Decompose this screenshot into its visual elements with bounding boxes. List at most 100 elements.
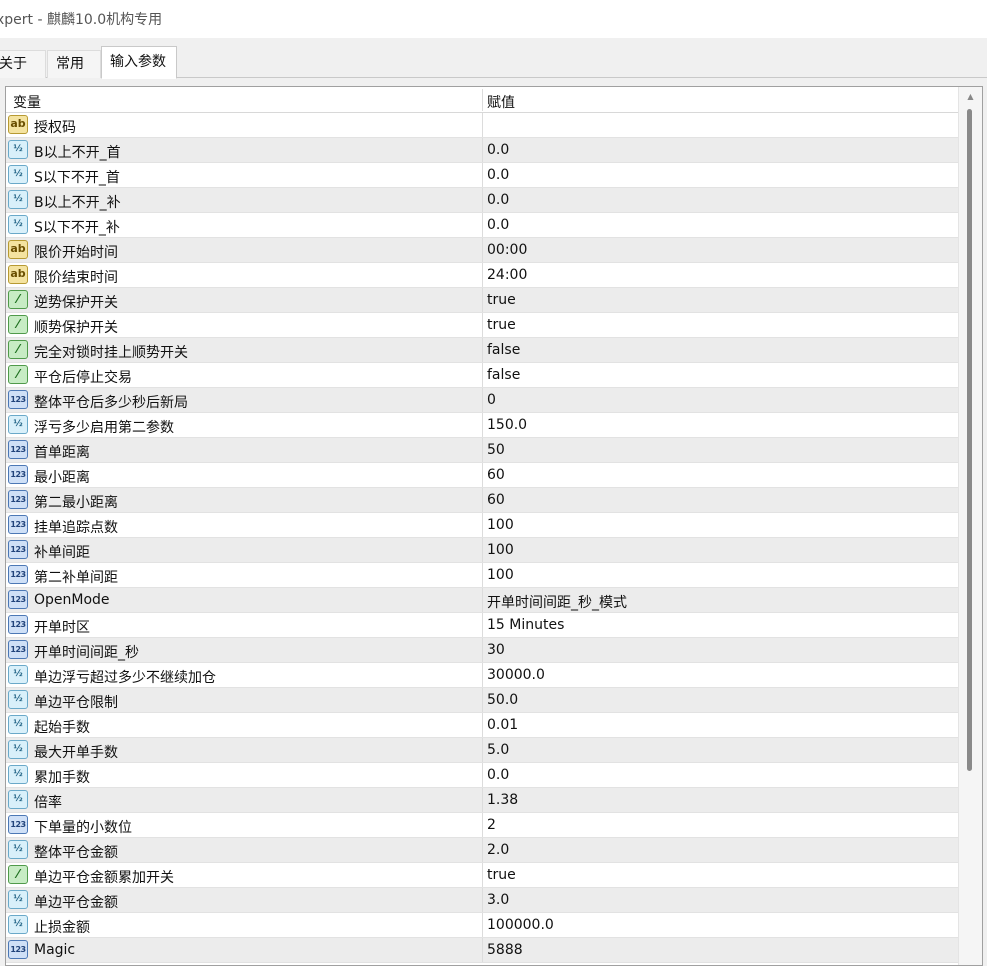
parameter-value[interactable]: 100 xyxy=(487,517,514,533)
table-row[interactable]: ½ 止损金额 100000.0 xyxy=(6,913,958,938)
parameter-value[interactable]: 开单时间间距_秒_模式 xyxy=(487,592,627,612)
table-row[interactable]: 123 开单时区 15 Minutes xyxy=(6,613,958,638)
parameter-value[interactable]: false xyxy=(487,342,520,358)
cell-divider xyxy=(482,463,483,487)
table-row[interactable]: ½ 起始手数 0.01 xyxy=(6,713,958,738)
parameter-value[interactable]: false xyxy=(487,367,520,383)
table-row[interactable]: ½ 最大开单手数 5.0 xyxy=(6,738,958,763)
parameter-name: 倍率 xyxy=(34,795,62,811)
cell-divider xyxy=(482,188,483,212)
table-row[interactable]: 123 第二最小距离 60 xyxy=(6,488,958,513)
tab-label: 输入参数 xyxy=(110,54,166,70)
scroll-thumb[interactable] xyxy=(967,109,972,771)
parameter-value[interactable]: 30 xyxy=(487,642,505,658)
cell-divider xyxy=(482,513,483,537)
parameter-value[interactable]: 15 Minutes xyxy=(487,617,564,633)
parameter-value[interactable]: 0 xyxy=(487,392,496,408)
parameter-value[interactable]: 60 xyxy=(487,492,505,508)
table-row[interactable]: ½ 单边平仓金额 3.0 xyxy=(6,888,958,913)
tab-common[interactable]: 常用 xyxy=(47,50,101,78)
table-row[interactable]: ½ 倍率 1.38 xyxy=(6,788,958,813)
table-row[interactable]: 123 最小距离 60 xyxy=(6,463,958,488)
parameter-value[interactable]: 0.0 xyxy=(487,167,509,183)
bool-type-icon: ⁄ xyxy=(8,340,28,359)
parameter-value[interactable]: 2 xyxy=(487,817,496,833)
parameter-value[interactable]: 0.0 xyxy=(487,142,509,158)
table-row[interactable]: 123 整体平仓后多少秒后新局 0 xyxy=(6,388,958,413)
parameter-value[interactable]: 0.0 xyxy=(487,217,509,233)
parameter-value[interactable]: 5.0 xyxy=(487,742,509,758)
table-row[interactable]: ½ B以上不开_补 0.0 xyxy=(6,188,958,213)
scroll-up-arrow-icon[interactable]: ▲ xyxy=(959,87,982,107)
window-titlebar: xpert - 麒麟10.0机构专用 xyxy=(0,0,987,38)
table-row[interactable]: ½ 单边平仓限制 50.0 xyxy=(6,688,958,713)
parameter-value[interactable]: 30000.0 xyxy=(487,667,545,683)
int-type-icon: 123 xyxy=(8,390,28,409)
table-row[interactable]: 123 补单间距 100 xyxy=(6,538,958,563)
table-row[interactable]: ⁄ 逆势保护开关 true xyxy=(6,288,958,313)
parameter-value[interactable]: 100000.0 xyxy=(487,917,554,933)
double-type-icon: ½ xyxy=(8,215,28,234)
cell-divider xyxy=(482,413,483,437)
table-row[interactable]: ½ 累加手数 0.0 xyxy=(6,763,958,788)
cell-divider xyxy=(482,313,483,337)
parameter-name: S以下不开_首 xyxy=(34,170,120,186)
parameter-value[interactable]: 50.0 xyxy=(487,692,518,708)
table-row[interactable]: ½ 单边浮亏超过多少不继续加仓 30000.0 xyxy=(6,663,958,688)
parameter-value[interactable]: 0.01 xyxy=(487,717,518,733)
table-row[interactable]: ⁄ 单边平仓金额累加开关 true xyxy=(6,863,958,888)
table-row[interactable]: 123 OpenMode 开单时间间距_秒_模式 xyxy=(6,588,958,613)
parameter-value[interactable]: true xyxy=(487,867,516,883)
parameter-value[interactable]: 1.38 xyxy=(487,792,518,808)
cell-divider xyxy=(482,688,483,712)
cell-divider xyxy=(482,163,483,187)
parameter-value[interactable]: 50 xyxy=(487,442,505,458)
table-row[interactable]: 123 开单时间间距_秒 30 xyxy=(6,638,958,663)
table-row[interactable]: 123 Magic 5888 xyxy=(6,938,958,963)
table-row[interactable]: ⁄ 顺势保护开关 true xyxy=(6,313,958,338)
parameter-value[interactable]: 60 xyxy=(487,467,505,483)
table-row[interactable]: 123 下单量的小数位 2 xyxy=(6,813,958,838)
parameter-value[interactable]: 00:00 xyxy=(487,242,527,258)
parameter-name: 第二最小距离 xyxy=(34,495,118,511)
parameter-value[interactable]: 24:00 xyxy=(487,267,527,283)
parameter-value[interactable]: true xyxy=(487,292,516,308)
parameter-value[interactable]: 150.0 xyxy=(487,417,527,433)
table-row[interactable]: 123 首单距离 50 xyxy=(6,438,958,463)
cell-divider xyxy=(482,213,483,237)
cell-divider xyxy=(482,138,483,162)
parameter-value[interactable]: true xyxy=(487,317,516,333)
tab-inputs[interactable]: 输入参数 xyxy=(101,46,177,79)
column-header-value[interactable]: 赋值 xyxy=(487,92,515,112)
window-title: xpert - 麒麟10.0机构专用 xyxy=(0,12,163,28)
table-row[interactable]: ½ S以下不开_首 0.0 xyxy=(6,163,958,188)
table-row[interactable]: 123 挂单追踪点数 100 xyxy=(6,513,958,538)
tab-about[interactable]: 关于 xyxy=(0,50,46,78)
string-type-icon: ab xyxy=(8,115,28,134)
parameter-value[interactable]: 3.0 xyxy=(487,892,509,908)
parameter-name: 首单距离 xyxy=(34,445,90,461)
cell-divider xyxy=(482,238,483,262)
table-row[interactable]: ½ 整体平仓金额 2.0 xyxy=(6,838,958,863)
table-row[interactable]: ab 限价开始时间 00:00 xyxy=(6,238,958,263)
parameter-value[interactable]: 2.0 xyxy=(487,842,509,858)
vertical-scrollbar[interactable]: ▲ xyxy=(958,87,982,965)
double-type-icon: ½ xyxy=(8,890,28,909)
parameter-value[interactable]: 0.0 xyxy=(487,192,509,208)
parameter-value[interactable]: 5888 xyxy=(487,942,523,958)
table-row[interactable]: ab 授权码 xyxy=(6,113,958,138)
table-row[interactable]: ⁄ 完全对锁时挂上顺势开关 false xyxy=(6,338,958,363)
table-row[interactable]: ½ S以下不开_补 0.0 xyxy=(6,213,958,238)
int-type-icon: 123 xyxy=(8,615,28,634)
table-row[interactable]: ½ 浮亏多少启用第二参数 150.0 xyxy=(6,413,958,438)
table-row[interactable]: 123 第二补单间距 100 xyxy=(6,563,958,588)
column-header-variable[interactable]: 变量 xyxy=(13,92,41,112)
int-type-icon: 123 xyxy=(8,940,28,959)
table-row[interactable]: ab 限价结束时间 24:00 xyxy=(6,263,958,288)
parameter-value[interactable]: 100 xyxy=(487,567,514,583)
table-row[interactable]: ½ B以上不开_首 0.0 xyxy=(6,138,958,163)
column-divider[interactable] xyxy=(482,89,483,111)
parameter-value[interactable]: 100 xyxy=(487,542,514,558)
parameter-value[interactable]: 0.0 xyxy=(487,767,509,783)
table-row[interactable]: ⁄ 平仓后停止交易 false xyxy=(6,363,958,388)
